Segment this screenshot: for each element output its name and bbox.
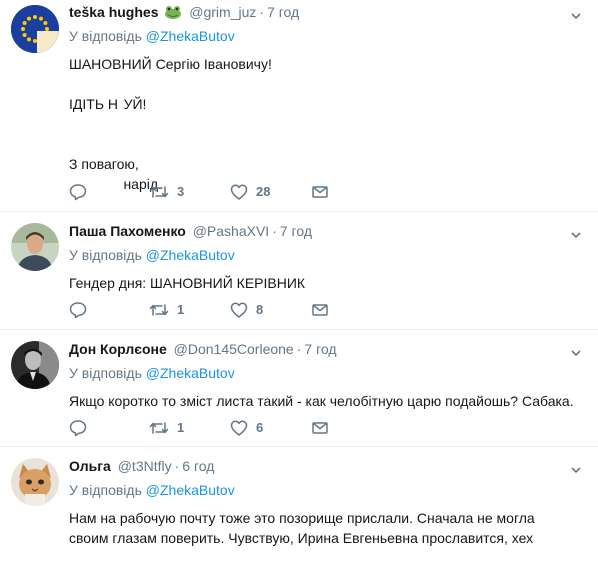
- retweet-button[interactable]: 3: [149, 182, 184, 202]
- tweet-text: ШАНОВНИЙ Сергію Івановичу! ІДІТЬ Н УЙ! З…: [69, 56, 272, 192]
- like-count: 28: [256, 184, 271, 199]
- display-name[interactable]: Ольга: [69, 458, 111, 474]
- frog-emoji-icon: [164, 4, 182, 19]
- reply-target-link[interactable]: @ZhekaButov: [146, 247, 235, 263]
- separator-dot: ·: [174, 458, 180, 474]
- display-name[interactable]: Паша Пахоменко: [69, 223, 186, 239]
- envelope-icon: [312, 304, 328, 316]
- display-name[interactable]: Дон Корлєоне: [69, 341, 167, 357]
- like-button[interactable]: 28: [230, 182, 270, 202]
- heart-icon: [230, 302, 248, 318]
- tweet-text: Гендер дня: ШАНОВНИЙ КЕРІВНИК: [69, 275, 306, 291]
- reply-prefix: У відповідь: [69, 482, 142, 498]
- reply-context: У відповідь @ZhekaButov: [69, 480, 584, 500]
- like-button[interactable]: 6: [230, 418, 263, 438]
- user-photo-avatar: [11, 223, 59, 271]
- reply-context: У відповідь @ZhekaButov: [69, 26, 584, 46]
- user-handle[interactable]: @t3Ntfly: [118, 458, 172, 474]
- retweet-count: 3: [177, 184, 185, 199]
- reply-prefix: У відповідь: [69, 247, 142, 263]
- eu-flag-avatar: [11, 5, 59, 53]
- separator-dot: ·: [259, 4, 265, 20]
- cat-photo-avatar: [11, 458, 59, 506]
- like-count: 8: [256, 302, 264, 317]
- separator-dot: ·: [296, 341, 302, 357]
- reply-prefix: У відповідь: [69, 28, 142, 44]
- retweet-button[interactable]: 1: [149, 300, 184, 320]
- tweet-text: Нам на рабочую почту тоже это позорище п…: [69, 510, 535, 546]
- timestamp[interactable]: 6 год: [182, 458, 214, 474]
- reply-context: У відповідь @ZhekaButov: [69, 245, 584, 265]
- envelope-icon: [312, 422, 328, 434]
- reply-target-link[interactable]: @ZhekaButov: [146, 482, 235, 498]
- tweet-text: Якщо коротко то зміст листа такий - как …: [69, 393, 574, 409]
- timestamp[interactable]: 7 год: [267, 4, 299, 20]
- tweet-actions: 1 8: [69, 300, 329, 320]
- direct-message-button[interactable]: [311, 418, 329, 438]
- direct-message-button[interactable]: [311, 300, 329, 320]
- reply-target-link[interactable]: @ZhekaButov: [146, 28, 235, 44]
- reply-context: У відповідь @ZhekaButov: [69, 363, 584, 383]
- timestamp[interactable]: 7 год: [280, 223, 312, 239]
- user-handle[interactable]: @PashaXVI: [193, 223, 269, 239]
- tweet[interactable]: teška hughes @grim_juz · 7 год У відповідь…: [0, 0, 598, 212]
- tweet-actions: 3 28: [69, 182, 329, 202]
- heart-icon: [230, 184, 248, 200]
- retweet-icon: [149, 304, 169, 316]
- reply-icon: [69, 302, 87, 319]
- reply-icon: [69, 184, 87, 201]
- reply-icon: [69, 420, 87, 437]
- reply-target-link[interactable]: @ZhekaButov: [146, 365, 235, 381]
- retweet-button[interactable]: 1: [149, 418, 184, 438]
- user-handle[interactable]: @grim_juz: [189, 4, 256, 20]
- retweet-count: 1: [177, 302, 185, 317]
- retweet-icon: [149, 422, 169, 434]
- user-handle[interactable]: @Don145Corleone: [174, 341, 294, 357]
- avatar[interactable]: [11, 458, 59, 506]
- envelope-icon: [312, 186, 328, 198]
- user-photo-avatar: [11, 341, 59, 389]
- timestamp[interactable]: 7 год: [304, 341, 336, 357]
- separator-dot: ·: [272, 223, 277, 239]
- heart-icon: [230, 420, 248, 436]
- display-name[interactable]: teška hughes: [69, 4, 158, 20]
- reply-button[interactable]: [69, 300, 95, 320]
- avatar[interactable]: [11, 5, 59, 53]
- reply-prefix: У відповідь: [69, 365, 142, 381]
- avatar[interactable]: [11, 341, 59, 389]
- retweet-count: 1: [177, 420, 185, 435]
- tweet[interactable]: Паша Пахоменко @PashaXVI · 7 год У відпові…: [0, 212, 598, 330]
- tweet[interactable]: Ольга @t3Ntfly · 6 год У відповідь @ZhekaB…: [0, 447, 598, 577]
- direct-message-button[interactable]: [311, 182, 329, 202]
- like-count: 6: [256, 420, 264, 435]
- reply-button[interactable]: [69, 418, 95, 438]
- like-button[interactable]: 8: [230, 300, 263, 320]
- tweet-actions: 1 6: [69, 418, 329, 438]
- reply-button[interactable]: [69, 182, 95, 202]
- retweet-icon: [149, 186, 169, 198]
- avatar[interactable]: [11, 223, 59, 271]
- tweet[interactable]: Дон Корлєоне @Don145Corleone · 7 год У від…: [0, 330, 598, 447]
